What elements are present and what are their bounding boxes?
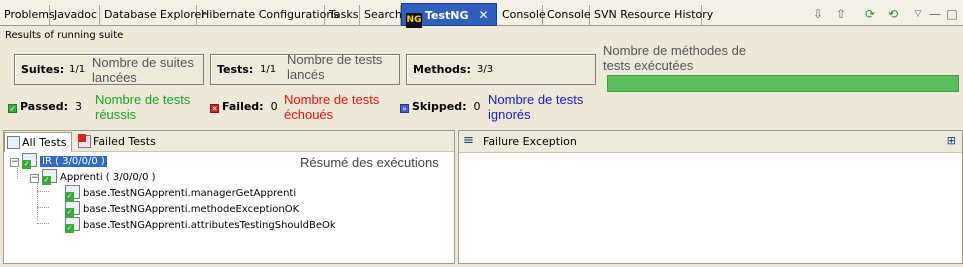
tab-label: Hibernate Configurations: [201, 8, 340, 21]
tab-tasks[interactable]: Tasks: [325, 5, 360, 26]
methods-value: 3/3: [477, 64, 494, 75]
suites-value: 1/1: [69, 64, 86, 75]
tab-svn-resource-history[interactable]: SVN Resource History: [590, 5, 713, 26]
view-menu-icon[interactable]: ▽: [910, 6, 926, 22]
tree-annotation: Résumé des exécutions: [300, 155, 439, 170]
failed-value: 0: [270, 100, 278, 113]
method-passed-icon: [65, 201, 80, 217]
method-passed-icon: [65, 185, 80, 201]
tab-label: TestNG: [425, 9, 469, 22]
tab-database-explorer[interactable]: Database Explorer: [100, 5, 206, 26]
tree-tabs: All Tests Failed Tests: [4, 131, 454, 152]
skipped-annotation: Nombre de tests ignorés: [488, 92, 584, 122]
tree-node-method[interactable]: base.TestNGApprenti.methodeExceptionOK: [65, 201, 299, 217]
minimize-icon[interactable]: —: [927, 6, 943, 22]
suite-label: IR ( 3/0/0/0 ): [40, 156, 107, 167]
rerun-icon[interactable]: ⟳: [862, 6, 878, 22]
method-passed-icon: [65, 217, 80, 233]
testng-icon: NG: [406, 13, 422, 28]
tab-console[interactable]: Console: [498, 5, 546, 26]
skipped-label: Skipped:: [412, 100, 467, 113]
tab-label: Console: [547, 8, 591, 21]
tab-label: Javadoc: [54, 8, 97, 21]
tab-label: Console: [502, 8, 546, 21]
tab-label: Problems: [4, 8, 55, 21]
skipped-value: 0: [473, 100, 481, 113]
tab-testng[interactable]: NG TestNG ✕: [401, 3, 497, 28]
tests-label: Tests:: [217, 63, 254, 76]
results-title: Results of running suite: [5, 30, 124, 41]
failed-stat: ✕ Failed: 0: [210, 100, 278, 113]
hierarchy-icon: [7, 136, 20, 149]
tree-node-method[interactable]: base.TestNGApprenti.managerGetApprenti: [65, 185, 296, 201]
arrow-down-icon[interactable]: ⇩: [810, 6, 826, 22]
tab-javadoc[interactable]: Javadoc: [50, 5, 100, 26]
failed-annotation: Nombre de tests échoués: [284, 92, 380, 122]
suites-annotation: Nombre de suites lancées: [92, 55, 194, 85]
failed-icon: ✕: [210, 104, 219, 113]
methods-annotation: Nombre de méthodes de tests exécutées: [603, 43, 747, 73]
passed-annotation: Nombre de tests réussis: [95, 92, 191, 122]
tab-label: Search: [364, 8, 402, 21]
tab-label: Database Explorer: [104, 8, 206, 21]
skipped-icon: »: [400, 104, 409, 113]
maximize-icon[interactable]: □: [944, 6, 960, 22]
view-tab-bar: Problems Javadoc Database Explorer Hiber…: [0, 0, 963, 28]
filter-stacktrace-icon[interactable]: ⊞: [947, 134, 956, 147]
tab-search[interactable]: Search: [360, 5, 402, 26]
tests-annotation: Nombre de tests lancés: [287, 52, 383, 82]
suite-passed-icon: [22, 153, 37, 169]
suites-label: Suites:: [21, 63, 65, 76]
collapse-icon[interactable]: −: [30, 174, 39, 183]
skipped-stat: » Skipped: 0: [400, 100, 481, 113]
tab-label: SVN Resource History: [594, 8, 714, 21]
failed-label: Failed:: [222, 100, 264, 113]
tab-label: Tasks: [329, 8, 359, 21]
failure-exception-header: ≡ Failure Exception ⊞: [459, 131, 962, 153]
failed-tests-icon: [78, 134, 91, 148]
test-tree-panel: All Tests Failed Tests −IR ( 3/0/0/0 ) −…: [3, 130, 455, 264]
passed-icon: ✓: [8, 104, 17, 113]
passed-stat: ✓ Passed: 3: [8, 100, 82, 113]
test-label: Apprenti ( 3/0/0/0 ): [60, 172, 156, 183]
methods-label: Methods:: [413, 63, 471, 76]
tab-label: Failed Tests: [93, 135, 156, 148]
tab-console-2[interactable]: Console: [543, 5, 591, 26]
failure-exception-title: Failure Exception: [483, 135, 577, 148]
tree-node-suite[interactable]: − IR ( 3/0/0/0 ): [10, 153, 107, 169]
tab-failed-tests[interactable]: Failed Tests: [76, 132, 160, 152]
tab-all-tests[interactable]: All Tests: [4, 132, 72, 152]
tests-value: 1/1: [260, 64, 277, 75]
methods-summary-box: Methods: 3/3: [406, 54, 596, 85]
passed-label: Passed:: [20, 100, 69, 113]
arrow-up-icon[interactable]: ⇧: [833, 6, 849, 22]
collapse-icon[interactable]: −: [10, 158, 19, 167]
tab-hibernate-configurations[interactable]: Hibernate Configurations: [197, 5, 339, 26]
method-label: base.TestNGApprenti.managerGetApprenti: [83, 188, 297, 199]
tab-label: All Tests: [22, 136, 67, 149]
failure-exception-panel: ≡ Failure Exception ⊞: [458, 130, 963, 264]
tree-node-method[interactable]: base.TestNGApprenti.attributesTestingSho…: [65, 217, 336, 233]
test-passed-icon: [42, 169, 57, 185]
close-icon[interactable]: ✕: [479, 4, 489, 26]
rerun-failed-icon[interactable]: ⟲: [885, 6, 901, 22]
method-label: base.TestNGApprenti.attributesTestingSho…: [83, 220, 336, 231]
tab-problems[interactable]: Problems: [0, 5, 55, 26]
tree-node-test[interactable]: − Apprenti ( 3/0/0/0 ): [30, 169, 156, 185]
progress-bar: [607, 75, 959, 92]
method-label: base.TestNGApprenti.methodeExceptionOK: [83, 204, 300, 215]
passed-value: 3: [75, 100, 83, 113]
stack-trace-icon: ≡: [463, 133, 474, 148]
